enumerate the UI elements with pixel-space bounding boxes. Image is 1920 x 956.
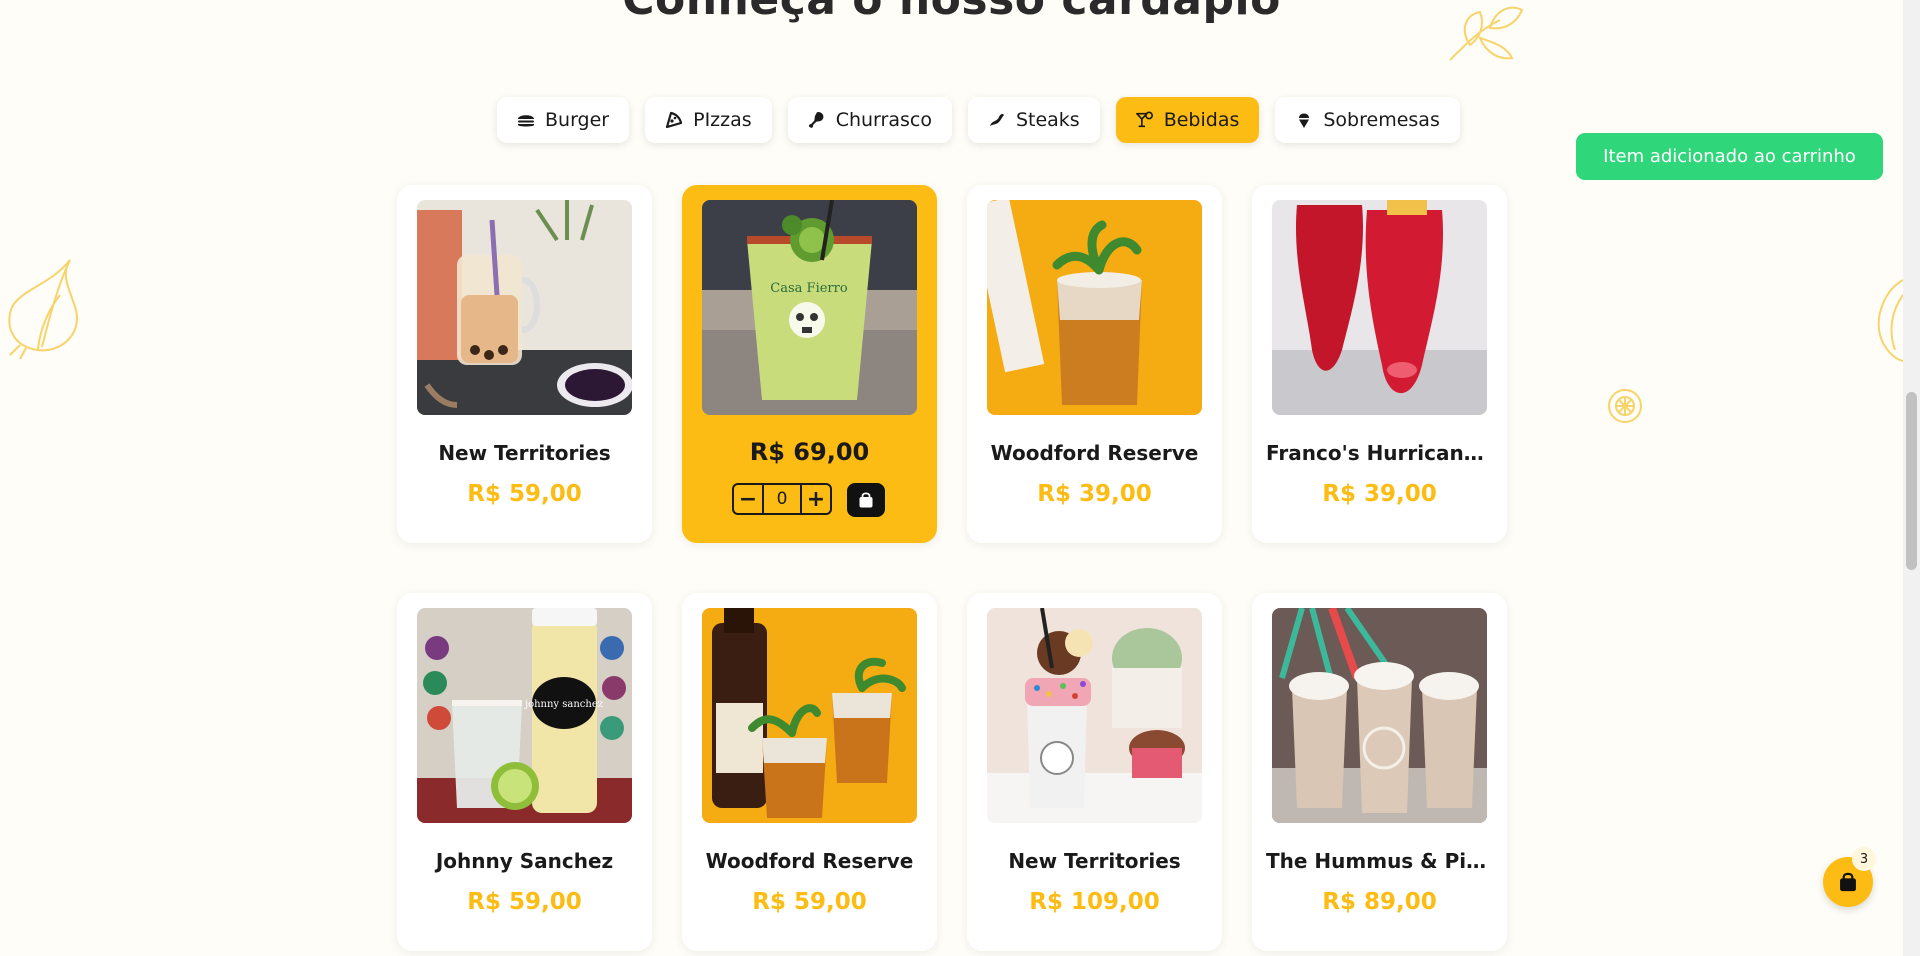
product-price: R$ 89,00 bbox=[1322, 889, 1437, 915]
product-price: R$ 59,00 bbox=[467, 481, 582, 507]
lemon-slice-decoration-icon bbox=[1608, 389, 1642, 423]
tab-label: PIzzas bbox=[693, 109, 752, 131]
iced-tea-photo bbox=[987, 200, 1202, 415]
product-name: New Territories bbox=[438, 441, 611, 465]
add-to-cart-button[interactable] bbox=[847, 483, 885, 517]
product-card[interactable]: johnny sanchez Johnny Sanchez R$ 59,00 bbox=[397, 593, 652, 951]
burger-icon bbox=[517, 111, 535, 129]
cart-count-badge: 3 bbox=[1852, 847, 1876, 871]
mint-julep-photo bbox=[702, 608, 917, 823]
page: Conheça o nosso cardápio Burger PIzzas C… bbox=[0, 0, 1903, 956]
tab-label: Burger bbox=[545, 109, 610, 131]
tab-label: Sobremesas bbox=[1323, 109, 1440, 131]
tab-label: Bebidas bbox=[1163, 109, 1240, 131]
tab-pizzas[interactable]: PIzzas bbox=[645, 97, 772, 143]
product-price: R$ 69,00 bbox=[749, 438, 870, 466]
category-tabs: Burger PIzzas Churrasco Steaks Bebidas S… bbox=[497, 97, 1460, 143]
product-card[interactable]: Woodford Reserve R$ 39,00 bbox=[967, 185, 1222, 543]
product-name: Woodford Reserve bbox=[990, 441, 1199, 465]
lime-juice-photo: johnny sanchez bbox=[417, 608, 632, 823]
quantity-stepper: − 0 + bbox=[732, 483, 832, 515]
tab-bebidas[interactable]: Bebidas bbox=[1115, 97, 1260, 143]
product-card[interactable]: Franco's Hurricane... R$ 39,00 bbox=[1252, 185, 1507, 543]
margarita-photo: Casa Fierro bbox=[702, 200, 917, 415]
product-name: New Territories bbox=[1008, 849, 1181, 873]
increase-quantity-button[interactable]: + bbox=[802, 485, 830, 513]
svg-text:johnny sanchez: johnny sanchez bbox=[524, 699, 603, 710]
decrease-quantity-button[interactable]: − bbox=[734, 485, 762, 513]
product-price: R$ 39,00 bbox=[1322, 481, 1437, 507]
product-name: Franco's Hurricane... bbox=[1266, 441, 1501, 465]
page-scrollbar-thumb[interactable] bbox=[1906, 392, 1917, 570]
toast-notification: Item adicionado ao carrinho bbox=[1576, 133, 1883, 180]
shopping-bag-icon bbox=[1840, 872, 1856, 892]
garlic-decoration-icon bbox=[8, 259, 78, 360]
product-name: Woodford Reserve bbox=[705, 849, 914, 873]
pizza-icon bbox=[665, 111, 683, 129]
ice-cream-icon bbox=[1295, 111, 1313, 129]
section-title: Conheça o nosso cardápio bbox=[0, 0, 1903, 25]
tab-burger[interactable]: Burger bbox=[497, 97, 630, 143]
product-card[interactable]: New Territories R$ 109,00 bbox=[967, 593, 1222, 951]
tab-churrasco[interactable]: Churrasco bbox=[787, 97, 952, 143]
product-name: The Hummus & Pit... bbox=[1266, 849, 1499, 873]
product-price: R$ 109,00 bbox=[1029, 889, 1160, 915]
tab-sobremesas[interactable]: Sobremesas bbox=[1275, 97, 1460, 143]
tab-label: Churrasco bbox=[835, 109, 932, 131]
tab-label: Steaks bbox=[1015, 109, 1080, 131]
toast-message: Item adicionado ao carrinho bbox=[1603, 146, 1856, 167]
leaf-decoration-icon bbox=[1877, 279, 1903, 362]
product-name: Johnny Sanchez bbox=[435, 849, 614, 873]
drumstick-icon bbox=[808, 111, 826, 129]
red-cocktail-photo bbox=[1272, 200, 1487, 415]
product-card[interactable]: The Hummus & Pit... R$ 89,00 bbox=[1252, 593, 1507, 951]
product-price: R$ 59,00 bbox=[752, 889, 867, 915]
cocktail-icon bbox=[1135, 111, 1154, 129]
freakshake-photo bbox=[987, 608, 1202, 823]
steak-icon bbox=[988, 111, 1006, 129]
svg-text:Casa Fierro: Casa Fierro bbox=[770, 281, 848, 296]
quantity-value[interactable]: 0 bbox=[762, 485, 802, 513]
product-card[interactable]: New Territories R$ 59,00 bbox=[397, 185, 652, 543]
product-price: R$ 39,00 bbox=[1037, 481, 1152, 507]
product-price: R$ 59,00 bbox=[467, 889, 582, 915]
tab-steaks[interactable]: Steaks bbox=[967, 97, 1100, 143]
product-card[interactable]: Woodford Reserve R$ 59,00 bbox=[682, 593, 937, 951]
shopping-bag-icon bbox=[859, 492, 873, 508]
milkshake-photo bbox=[1272, 608, 1487, 823]
product-card-hovered[interactable]: Casa Fierro R$ 69,00 − 0 + bbox=[682, 185, 937, 543]
bubble-tea-photo bbox=[417, 200, 632, 415]
